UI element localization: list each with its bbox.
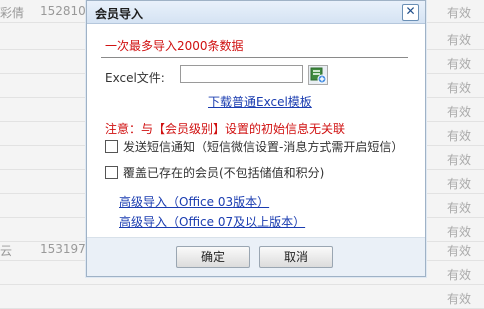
excel-file-label: Excel文件: xyxy=(105,71,165,85)
confirm-button[interactable]: 确定 xyxy=(176,246,250,268)
member-status: 有效 xyxy=(447,153,472,167)
sms-notify-label: 发送短信通知（短信微信设置-消息方式需开启短信） xyxy=(123,140,404,154)
excel-upload-icon xyxy=(310,67,327,84)
member-name: 彩倩 xyxy=(0,6,25,20)
sms-notify-checkbox[interactable] xyxy=(105,140,118,153)
browse-file-icon[interactable] xyxy=(308,65,328,85)
member-status: 有效 xyxy=(447,33,472,47)
sms-notify-option[interactable]: 发送短信通知（短信微信设置-消息方式需开启短信） xyxy=(105,138,403,155)
member-status: 有效 xyxy=(447,81,472,95)
table-row: 有效 xyxy=(0,286,484,309)
member-status: 有效 xyxy=(447,6,472,20)
cancel-button[interactable]: 取消 xyxy=(259,246,333,268)
member-status: 有效 xyxy=(447,105,472,119)
excel-file-input[interactable] xyxy=(180,65,303,83)
import-limit-text: 一次最多导入2000条数据 xyxy=(105,39,244,53)
divider xyxy=(101,57,408,58)
member-level-note: 注意：与【会员级别】设置的初始信息无关联 xyxy=(105,122,346,136)
member-name: 云 xyxy=(0,244,13,258)
close-button[interactable]: ✕ xyxy=(402,4,419,21)
close-icon: ✕ xyxy=(405,4,416,18)
advanced-import-03-link[interactable]: 高级导入（Office 03版本） xyxy=(119,193,269,210)
download-template-link[interactable]: 下载普通Excel模板 xyxy=(208,93,312,110)
overwrite-option[interactable]: 覆盖已存在的会员(不包括储值和积分) xyxy=(105,164,324,181)
member-status: 有效 xyxy=(447,177,472,191)
member-status: 有效 xyxy=(447,201,472,215)
dialog-button-bar: 确定 取消 xyxy=(87,237,425,276)
member-status: 有效 xyxy=(447,244,472,258)
dialog-body: 一次最多导入2000条数据 Excel文件: 下载普通Excel模板 注意：与【… xyxy=(87,24,425,276)
dialog-titlebar: 会员导入 ✕ xyxy=(87,1,425,24)
advanced-import-07-link[interactable]: 高级导入（Office 07及以上版本） xyxy=(119,213,305,230)
dialog-title: 会员导入 xyxy=(95,7,144,21)
member-status: 有效 xyxy=(447,268,472,282)
member-status: 有效 xyxy=(447,57,472,71)
overwrite-label: 覆盖已存在的会员(不包括储值和积分) xyxy=(123,166,325,180)
member-status: 有效 xyxy=(447,129,472,143)
overwrite-checkbox[interactable] xyxy=(105,166,118,179)
member-import-dialog: 会员导入 ✕ 一次最多导入2000条数据 Excel文件: 下载普通Excel模… xyxy=(86,0,426,277)
